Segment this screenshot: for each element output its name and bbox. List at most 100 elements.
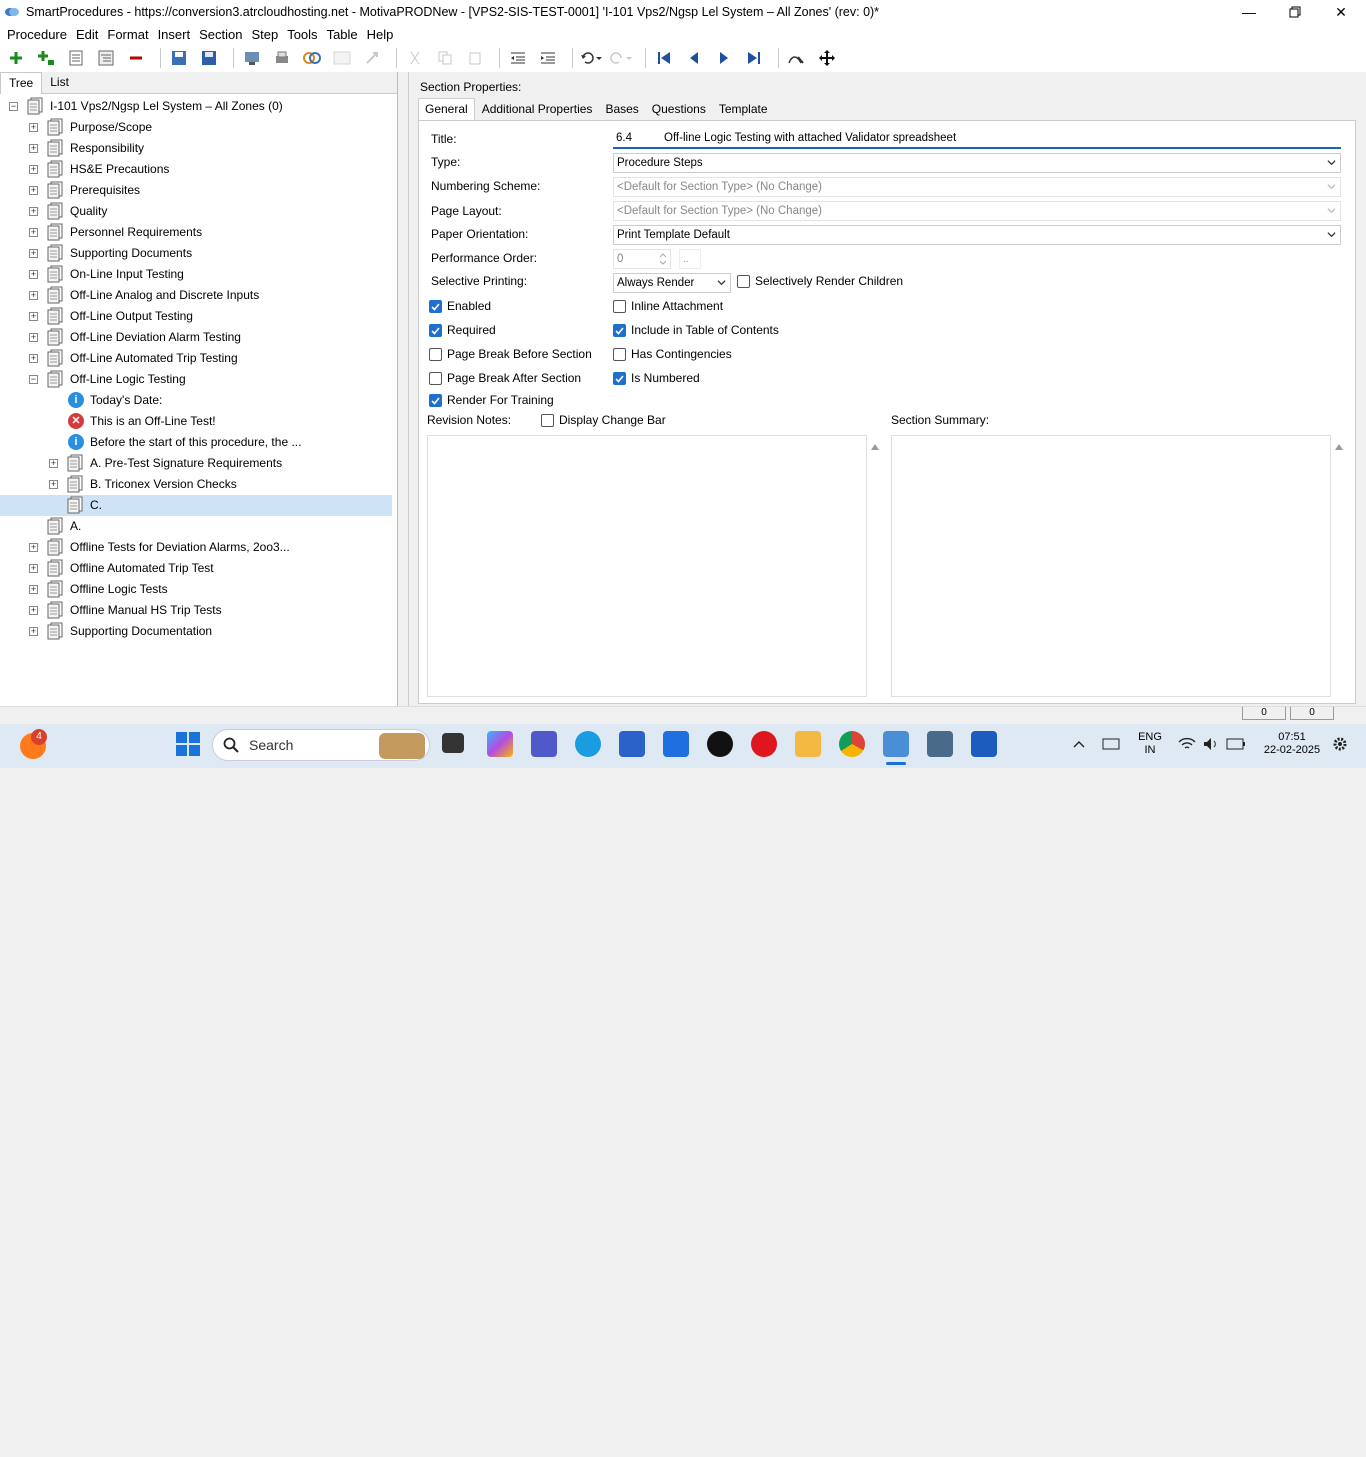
menu-format[interactable]: Format	[104, 27, 154, 42]
expand-icon[interactable]: +	[29, 249, 38, 258]
copy-button[interactable]	[433, 46, 457, 70]
expand-icon[interactable]: +	[29, 123, 38, 132]
teams-icon[interactable]	[531, 731, 557, 757]
tree-root[interactable]: − I-101 Vps2/Ngsp Lel System – All Zones …	[0, 96, 392, 117]
tree-item[interactable]: + Off-Line Automated Trip Testing	[0, 348, 392, 369]
restore-button[interactable]	[1272, 0, 1318, 24]
performance-order-stepper[interactable]: 0	[613, 249, 671, 269]
expand-icon[interactable]: +	[29, 186, 38, 195]
expand-icon[interactable]: +	[29, 291, 38, 300]
selective-printing-dropdown[interactable]: Always Render	[613, 273, 731, 293]
add-button[interactable]	[4, 46, 28, 70]
expand-icon[interactable]: +	[29, 270, 38, 279]
tab-additional-properties[interactable]: Additional Properties	[476, 99, 599, 120]
indent-button[interactable]	[536, 46, 560, 70]
collapse-icon[interactable]: −	[9, 102, 18, 111]
menu-help[interactable]: Help	[364, 27, 400, 42]
pane-splitter[interactable]	[399, 72, 409, 706]
display-change-bar-checkbox[interactable]: Display Change Bar	[541, 413, 666, 427]
has-contingencies-checkbox[interactable]: Has Contingencies	[613, 347, 732, 361]
volume-icon[interactable]	[1202, 736, 1220, 752]
tree-item[interactable]: + On-Line Input Testing	[0, 264, 392, 285]
menu-section[interactable]: Section	[196, 27, 248, 42]
chrome-icon[interactable]	[839, 731, 865, 757]
title-field[interactable]: 6.4 Off-line Logic Testing with attached…	[613, 129, 1341, 149]
inline-attachment-checkbox[interactable]: Inline Attachment	[613, 299, 723, 313]
minimize-button[interactable]: —	[1226, 0, 1272, 24]
windows-start-icon[interactable]	[176, 732, 200, 756]
tab-general[interactable]: General	[418, 98, 475, 120]
clock[interactable]: 07:51 22-02-2025	[1256, 731, 1328, 757]
word-icon[interactable]	[971, 731, 997, 757]
expand-icon[interactable]: +	[29, 144, 38, 153]
menu-procedure[interactable]: Procedure	[4, 27, 73, 42]
print-button[interactable]	[270, 46, 294, 70]
store-icon[interactable]	[619, 731, 645, 757]
tab-questions[interactable]: Questions	[646, 99, 712, 120]
paste-button[interactable]	[463, 46, 487, 70]
selectively-render-children-checkbox[interactable]: Selectively Render Children	[737, 274, 903, 288]
outdent-button[interactable]	[506, 46, 530, 70]
tab-tree[interactable]: Tree	[0, 72, 43, 94]
section-summary-textarea[interactable]	[891, 435, 1343, 697]
tree-item[interactable]: + Supporting Documents	[0, 243, 392, 264]
tree-item[interactable]: + Offline Logic Tests	[0, 579, 392, 600]
wifi-icon[interactable]	[1178, 736, 1196, 752]
menu-edit[interactable]: Edit	[73, 27, 104, 42]
tree-item[interactable]: + Purpose/Scope	[0, 117, 392, 138]
remove-button[interactable]	[124, 46, 148, 70]
expand-icon[interactable]: +	[29, 333, 38, 342]
type-dropdown[interactable]: Procedure Steps	[613, 153, 1341, 173]
tree-item[interactable]: A.	[0, 516, 392, 537]
tree-item[interactable]: + Personnel Requirements	[0, 222, 392, 243]
required-checkbox[interactable]: Required	[429, 323, 496, 337]
network-icon[interactable]	[1102, 736, 1120, 752]
save-all-button[interactable]	[167, 46, 191, 70]
chevron-up-icon[interactable]	[1072, 738, 1086, 750]
redo-button[interactable]	[609, 46, 633, 70]
tab-bases[interactable]: Bases	[599, 99, 644, 120]
expand-icon[interactable]: +	[29, 312, 38, 321]
expand-icon[interactable]: +	[49, 480, 58, 489]
save-button[interactable]	[197, 46, 221, 70]
taskbar-search[interactable]: Search	[212, 729, 430, 761]
tree-item[interactable]: + Off-Line Analog and Discrete Inputs	[0, 285, 392, 306]
cut-button[interactable]	[403, 46, 427, 70]
close-button[interactable]: ✕	[1318, 0, 1364, 24]
tab-template[interactable]: Template	[713, 99, 774, 120]
tree-item[interactable]: + Quality	[0, 201, 392, 222]
previous-button[interactable]	[682, 46, 706, 70]
tree-child-item[interactable]: + A. Pre-Test Signature Requirements	[0, 453, 392, 474]
tree-item[interactable]: − Off-Line Logic Testing	[0, 369, 392, 390]
battery-icon[interactable]	[1226, 737, 1246, 751]
tree-item-selected[interactable]: C.	[0, 495, 392, 516]
next-button[interactable]	[712, 46, 736, 70]
find-button[interactable]	[785, 46, 809, 70]
tree-item[interactable]: + Prerequisites	[0, 180, 392, 201]
expand-icon[interactable]: +	[29, 627, 38, 636]
menu-tools[interactable]: Tools	[284, 27, 323, 42]
remote-icon[interactable]	[663, 731, 689, 757]
page-break-after-checkbox[interactable]: Page Break After Section	[429, 371, 581, 385]
menu-step[interactable]: Step	[248, 27, 284, 42]
edge-icon[interactable]	[575, 731, 601, 757]
remote-desktop-icon[interactable]	[927, 731, 953, 757]
revision-notes-textarea[interactable]	[427, 435, 879, 697]
enabled-checkbox[interactable]: Enabled	[429, 299, 491, 313]
tree-item[interactable]: + Supporting Documentation	[0, 621, 392, 642]
expand-icon[interactable]: +	[29, 165, 38, 174]
tree-child-item[interactable]: + B. Triconex Version Checks	[0, 474, 392, 495]
tree-item[interactable]: + Responsibility	[0, 138, 392, 159]
performance-order-button[interactable]: ..	[679, 249, 701, 269]
last-button[interactable]	[742, 46, 766, 70]
scroll-up-icon[interactable]	[870, 442, 880, 452]
page-break-before-checkbox[interactable]: Page Break Before Section	[429, 347, 592, 361]
tree-item[interactable]: + HS&E Precautions	[0, 159, 392, 180]
expand-icon[interactable]: +	[49, 459, 58, 468]
tree-item[interactable]: + Off-Line Deviation Alarm Testing	[0, 327, 392, 348]
include-toc-checkbox[interactable]: Include in Table of Contents	[613, 323, 779, 337]
move-button[interactable]	[815, 46, 839, 70]
task-view-icon[interactable]	[442, 733, 464, 753]
tree-item[interactable]: + Off-Line Output Testing	[0, 306, 392, 327]
properties-button[interactable]	[64, 46, 88, 70]
